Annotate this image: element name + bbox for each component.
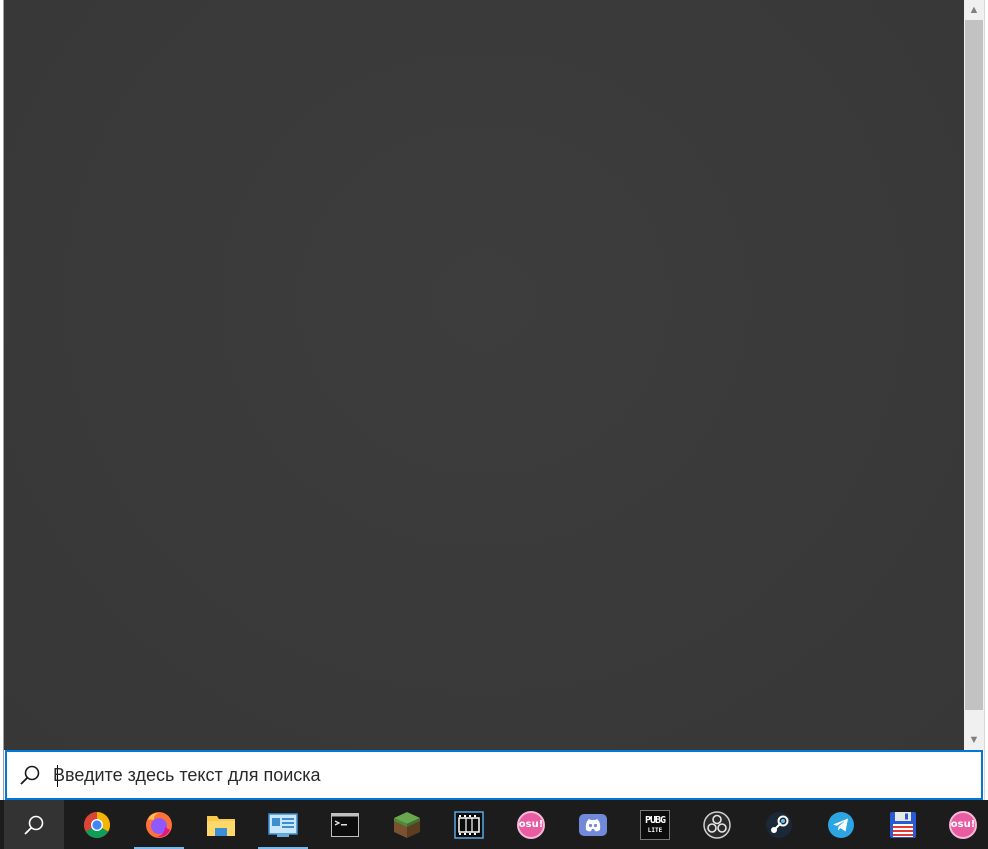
search-box[interactable] [5, 750, 983, 800]
chrome-icon [83, 811, 111, 838]
taskbar-app-discord[interactable] [566, 800, 620, 849]
control-panel-icon [268, 812, 298, 837]
film-icon [454, 810, 484, 839]
steam-icon [766, 811, 792, 838]
taskbar-app-osu-2[interactable]: osu! [938, 800, 988, 849]
scroll-thumb[interactable] [965, 20, 983, 710]
discord-icon [579, 813, 607, 836]
taskbar-app-chrome[interactable] [70, 800, 124, 849]
folder-icon [207, 815, 235, 836]
taskbar-app-telegram[interactable] [814, 800, 868, 849]
taskbar-app-save[interactable] [876, 800, 930, 849]
taskbar-app-osu[interactable]: osu! [504, 800, 558, 849]
telegram-icon [828, 811, 854, 838]
search-icon [24, 815, 44, 835]
scroll-down-arrow-icon[interactable]: ▼ [964, 730, 984, 750]
taskbar-app-minecraft[interactable] [380, 800, 434, 849]
taskbar-app-pubg-lite[interactable]: PUBG LITE [628, 800, 682, 849]
minecraft-icon [394, 811, 420, 838]
pubg-icon-label: PUBG [644, 814, 666, 826]
pubg-icon: PUBG LITE [640, 809, 670, 840]
pubg-icon-sublabel: LITE [647, 826, 663, 834]
taskbar-app-obs[interactable] [690, 800, 744, 849]
obs-icon [703, 810, 731, 839]
taskbar-app-control-panel[interactable] [256, 800, 310, 849]
taskbar-app-firefox[interactable] [132, 800, 186, 849]
window-right-edge [984, 0, 988, 800]
osu-icon: osu! [517, 810, 545, 839]
floppy-disk-icon [890, 811, 916, 838]
scroll-up-arrow-icon[interactable]: ▲ [964, 0, 984, 20]
taskbar-app-video-editor[interactable] [442, 800, 496, 849]
vertical-scrollbar[interactable]: ▲ ▼ [964, 0, 984, 750]
firefox-icon [146, 811, 172, 838]
osu-icon: osu! [949, 810, 977, 839]
taskbar: osu! PUBG LITE osu! [0, 800, 988, 849]
search-results-panel [4, 0, 964, 750]
search-input[interactable] [53, 760, 953, 790]
taskbar-app-steam[interactable] [752, 800, 806, 849]
taskbar-search-button[interactable] [4, 800, 64, 849]
taskbar-app-file-explorer[interactable] [194, 800, 248, 849]
terminal-icon [331, 812, 359, 837]
search-icon [20, 765, 40, 785]
taskbar-app-command-prompt[interactable] [318, 800, 372, 849]
